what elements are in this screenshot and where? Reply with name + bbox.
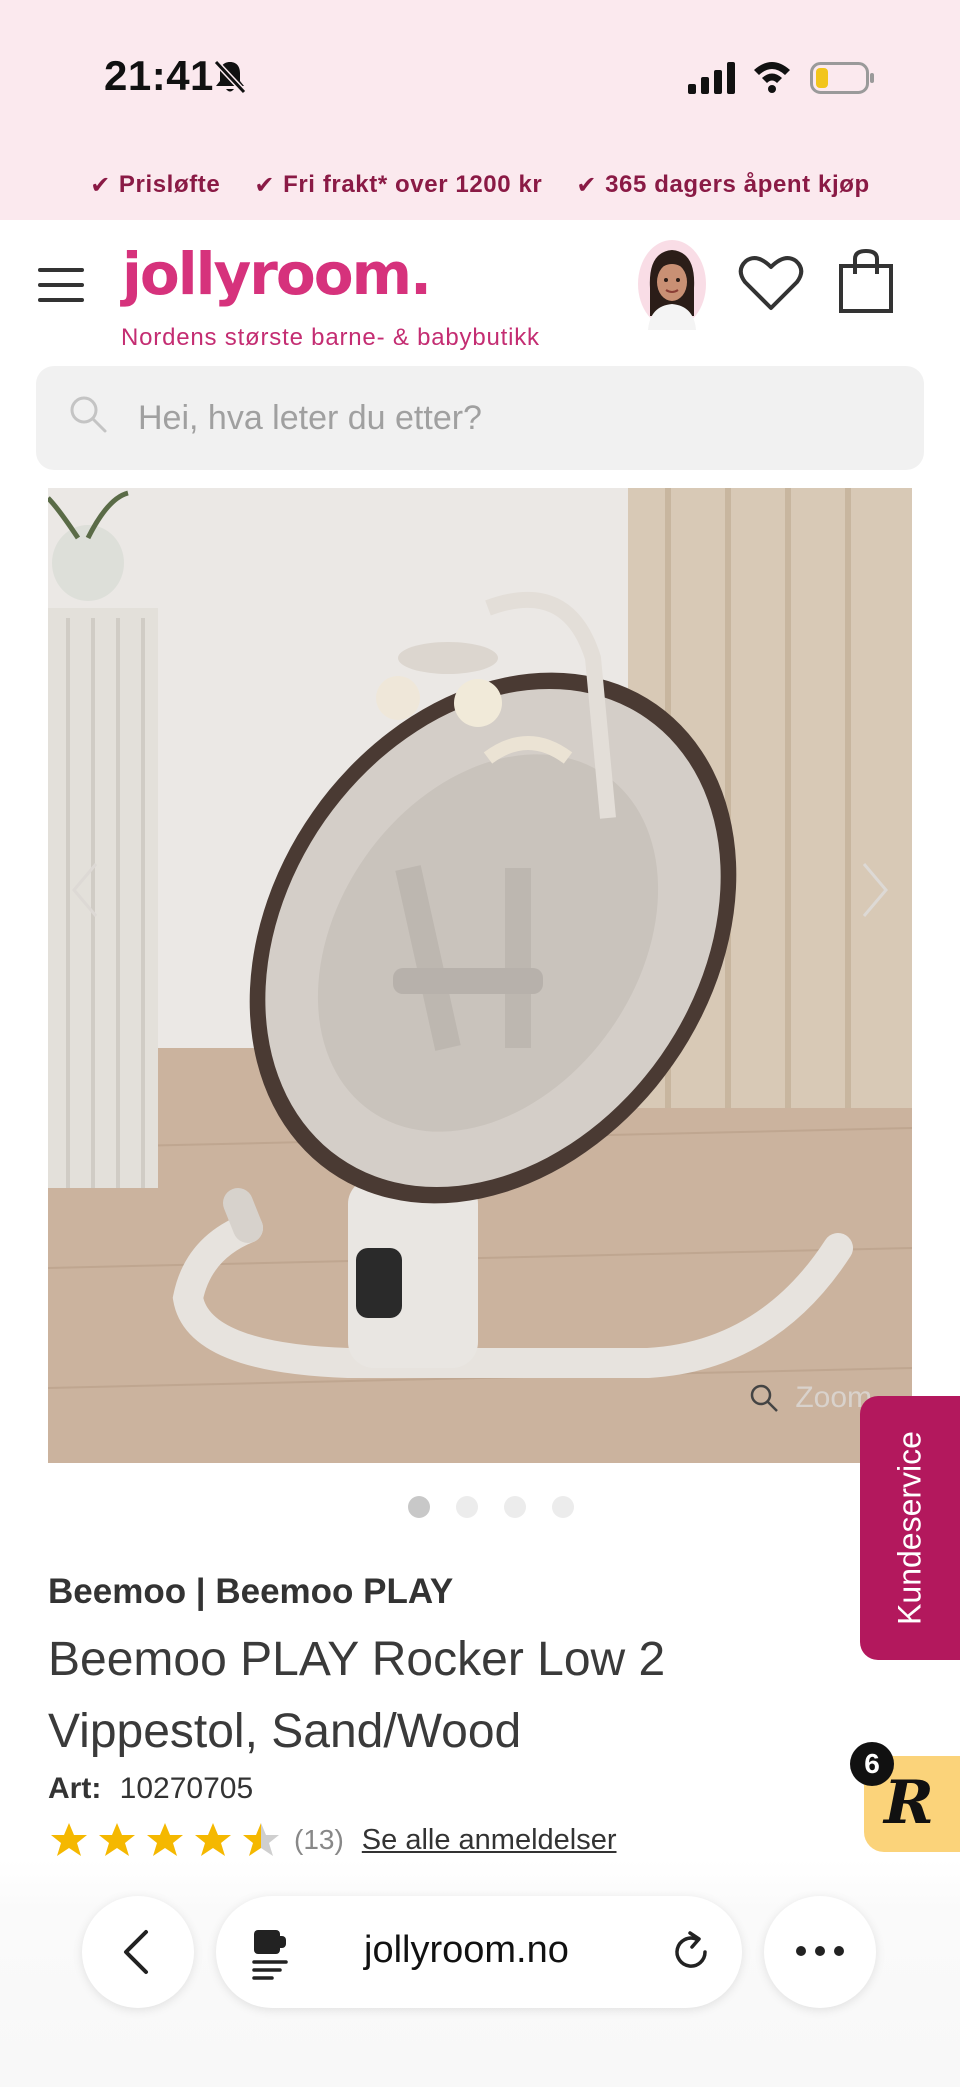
carousel-dot[interactable] [456,1496,478,1518]
zoom-button[interactable]: Zoom [749,1381,872,1415]
chevron-left-icon [124,1930,148,1974]
check-icon: ✔ [254,171,276,199]
product-photo [48,488,912,1463]
usp-item: ✔ Fri frakt* over 1200 kr [254,171,543,199]
browser-toolbar: jollyroom.no [0,1860,960,2087]
back-button[interactable] [82,1896,194,2008]
customer-service-label: Kundeservice [891,1431,928,1625]
article-number: Art: 10270705 [48,1772,253,1806]
search-input[interactable] [138,366,898,470]
star-icon [195,1823,231,1856]
carousel-dot[interactable] [552,1496,574,1518]
bag-icon[interactable] [838,248,894,314]
reload-icon[interactable] [670,1930,712,1974]
article-number-label: Art: [48,1772,102,1805]
article-number-value: 10270705 [119,1772,254,1805]
star-rating [50,1822,280,1858]
carousel-dot[interactable] [504,1496,526,1518]
heart-icon[interactable] [738,254,804,312]
cellular-signal-icon [688,62,735,94]
check-icon: ✔ [90,171,111,199]
more-options-button[interactable] [764,1896,876,2008]
wifi-icon [754,62,790,93]
review-count: (13) [294,1824,344,1855]
menu-icon[interactable] [38,268,84,304]
next-image-icon[interactable] [860,860,890,920]
half-star-icon [243,1823,279,1856]
logo[interactable]: jollyroom. [122,240,432,308]
avatar[interactable] [636,238,708,330]
status-bar: 21:41 [0,0,960,150]
status-time: 21:41 [104,52,214,99]
tagline: Nordens største barne- & babybutikk [121,324,540,351]
address-bar[interactable]: jollyroom.no [216,1896,742,2008]
usp-item: ✔ Prisløfte [90,171,221,199]
rewards-count-badge: 6 [850,1742,894,1786]
more-icon [796,1946,844,1956]
site-header: jollyroom. Nordens største barne- & baby… [0,220,960,360]
product-rating[interactable]: (13) Se alle anmeldelser [50,1822,617,1858]
star-icon [99,1823,135,1856]
search-bar[interactable] [36,366,924,470]
url-text: jollyroom.no [364,1929,569,1971]
product-title: Beemoo PLAY Rocker Low 2 Vippestol, Sand… [48,1633,666,1758]
star-icon [51,1823,87,1856]
bell-off-icon [213,59,247,95]
usp-item: ✔ 365 dagers åpent kjøp [576,171,870,199]
check-icon: ✔ [576,171,598,199]
battery-low-icon [810,62,874,94]
rewards-logo-letter: R [884,1768,934,1838]
product-image[interactable]: Zoom [48,488,912,1463]
customer-service-tab[interactable]: Kundeservice [860,1396,960,1660]
carousel-dots [408,1496,574,1518]
usp-bar: ✔ Prisløfte ✔ Fri frakt* over 1200 kr ✔ … [0,150,960,220]
product-brand[interactable]: Beemoo | Beemoo PLAY [48,1572,453,1612]
page-menu-icon [252,1930,288,1980]
see-all-reviews-link[interactable]: Se alle anmeldelser [362,1824,617,1857]
previous-image-icon[interactable] [70,860,100,920]
zoom-icon [751,1384,779,1412]
search-icon [70,396,107,433]
carousel-dot[interactable] [408,1496,430,1518]
star-icon [147,1823,183,1856]
